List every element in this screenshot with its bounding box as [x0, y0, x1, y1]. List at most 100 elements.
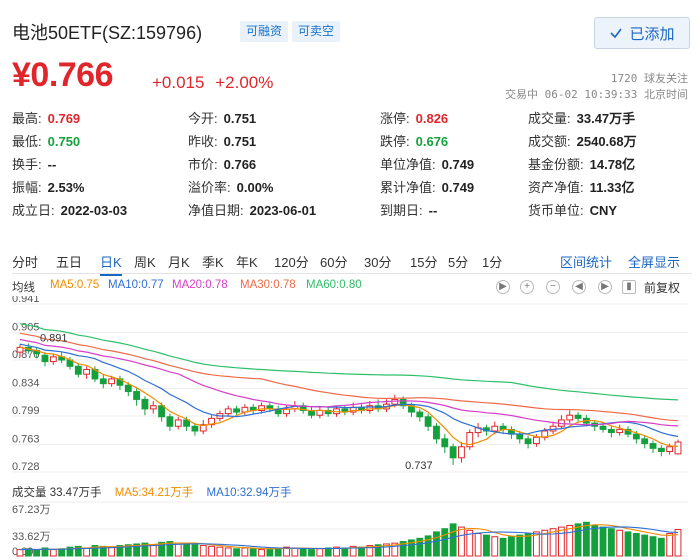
stat-label: 溢价率: [188, 180, 231, 195]
stat-value: 0.826 [415, 111, 449, 126]
change-value: +0.015 [152, 73, 205, 92]
volume-ma5: MA5:34.21万手 [114, 487, 194, 499]
play-icon[interactable]: ▶ [496, 280, 510, 294]
price-tick-label: 0.905 [12, 321, 40, 333]
volume-bar [632, 533, 640, 557]
tab-period[interactable]: 日K [100, 252, 122, 276]
candle-body [141, 398, 149, 410]
candle-body [491, 425, 499, 432]
settings-icon[interactable]: ▮ [622, 280, 636, 294]
tab-period[interactable]: 五日 [56, 252, 82, 271]
stat-value: 0.751 [223, 134, 257, 149]
follow-count: 1720 球友关注 [610, 72, 688, 85]
range-stats-link[interactable]: 区间统计 [560, 252, 612, 271]
stat-item: 振幅: 2.53% [12, 177, 85, 196]
follow-button[interactable]: 已添加 [594, 17, 690, 49]
ma5-line [19, 346, 679, 447]
adjust-mode-select[interactable]: 前复权 [644, 279, 680, 296]
candle-body [433, 425, 440, 440]
margin-tag[interactable]: 可融资 [240, 21, 289, 42]
quote-header: 电池50ETF(SZ:159796) 可融资 可卖空 已添加 [0, 0, 700, 56]
pan-right-icon[interactable]: ▶ [598, 280, 612, 294]
tab-period[interactable]: 1分 [482, 252, 502, 271]
tab-period[interactable]: 周K [134, 252, 156, 271]
tab-period[interactable]: 5分 [448, 252, 468, 271]
candle-body [524, 438, 532, 445]
stat-item: 成交量: 33.47万手 [528, 108, 635, 127]
volume-tick-label: 33.62万 [12, 531, 51, 543]
tab-period[interactable]: 分时 [12, 252, 38, 271]
stat-row: 最低: 0.750 昨收: 0.751 跌停: 0.676 成交额: 2540.68万 [12, 131, 692, 154]
volume-bar [616, 529, 624, 557]
volume-bar [524, 533, 532, 557]
tab-period[interactable]: 30分 [364, 252, 391, 271]
stat-row: 换手: -- 市价: 0.766 单位净值: 0.749 基金份额: 14.78亿 [12, 154, 692, 177]
candle-body [83, 368, 91, 375]
candle-body [41, 354, 49, 363]
volume-bar [174, 542, 182, 557]
candle-body [449, 446, 457, 459]
stat-label: 最低: [12, 134, 42, 149]
tab-period[interactable]: 60分 [320, 252, 347, 271]
tab-period[interactable]: 年K [236, 252, 258, 271]
pan-left-icon[interactable]: ◀ [572, 280, 586, 294]
volume-bar [591, 524, 599, 557]
stat-label: 单位净值: [380, 157, 436, 172]
volume-bar [566, 524, 574, 557]
candle-body [616, 428, 624, 434]
candle-body [566, 414, 574, 421]
period-tabs: 区间统计 全屏显示 分时 五日 日K 周K 月K 季K 年K 120分 60分 30分 15分 5分 1… [12, 250, 692, 276]
volume-bar [674, 528, 682, 557]
short-tag[interactable]: 可卖空 [292, 21, 341, 42]
candle-body [108, 378, 116, 385]
volume-bar [266, 548, 274, 557]
zoom-out-icon[interactable]: − [546, 280, 560, 294]
stat-value: 0.676 [415, 134, 449, 149]
volume-bar [474, 533, 482, 557]
stat-item: 净值日期: 2023-06-01 [188, 200, 316, 219]
volume-bar [508, 536, 515, 557]
price-tick-label: 0.763 [12, 433, 40, 445]
volume-bar [491, 536, 499, 557]
stat-value: CNY [589, 203, 618, 218]
ma30-value: MA30:0.78 [240, 279, 296, 291]
follow-button-label: 已添加 [629, 25, 675, 43]
stat-label: 成交量: [528, 111, 571, 126]
candle-body [599, 425, 607, 430]
trade-status: 交易中 06-02 10:39:33 北京时间 [505, 88, 688, 101]
stat-item: 成立日: 2022-03-03 [12, 200, 127, 219]
stat-label: 基金份额: [528, 157, 584, 172]
candle-body [174, 419, 182, 427]
tab-period[interactable]: 季K [202, 252, 224, 271]
kline-chart[interactable]: 0.9410.9050.8700.8340.7990.7630.7280.891… [0, 296, 700, 560]
fullscreen-link[interactable]: 全屏显示 [628, 252, 680, 271]
price-tick-label: 0.799 [12, 405, 40, 417]
stat-item: 累计净值: 0.749 [380, 177, 474, 196]
candle-body [657, 447, 665, 452]
volume-bar [599, 526, 607, 557]
volume-bar [666, 533, 674, 557]
stat-label: 净值日期: [188, 203, 244, 218]
zoom-in-icon[interactable]: + [520, 280, 534, 294]
tab-period[interactable]: 120分 [274, 252, 309, 271]
candle-body [441, 438, 449, 448]
volume-bar [291, 547, 299, 557]
volume-bar [499, 537, 507, 557]
stat-value: 2.53% [47, 180, 85, 195]
stat-value: 11.33亿 [589, 180, 635, 195]
tab-period[interactable]: 月K [168, 252, 190, 271]
volume-bar [49, 549, 57, 557]
ma20-value: MA20:0.78 [172, 279, 228, 291]
candle-body [607, 428, 615, 434]
tab-period[interactable]: 15分 [410, 252, 437, 271]
volume-bar [316, 548, 324, 557]
candle-body [124, 384, 132, 393]
candle-body [149, 405, 157, 410]
candle-body [666, 446, 674, 452]
candle-body [532, 436, 540, 445]
stat-item: 昨收: 0.751 [188, 131, 256, 150]
low-annotation: 0.737 [405, 460, 433, 472]
stat-item: 最高: 0.769 [12, 108, 80, 127]
stat-value: 0.749 [441, 157, 475, 172]
stat-item: 成交额: 2540.68万 [528, 131, 637, 150]
